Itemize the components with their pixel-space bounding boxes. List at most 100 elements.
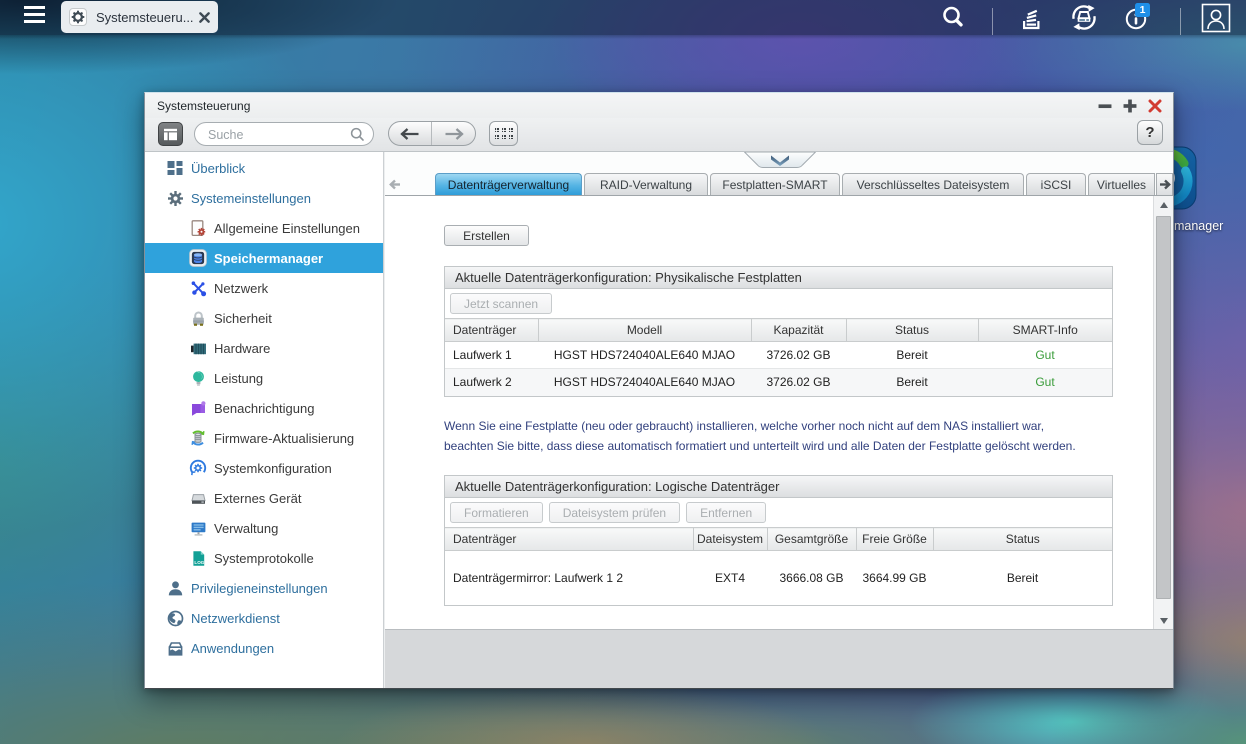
search-box[interactable] (194, 122, 374, 146)
applications-box-icon (166, 639, 184, 657)
table-row-datentraegermirror[interactable]: Datenträgermirror: Laufwerk 1 2 EXT4 366… (445, 551, 1112, 605)
table-row-laufwerk-2[interactable]: Laufwerk 2 HGST HDS724040ALE640 MJAO 372… (445, 368, 1112, 396)
smart-status-good: Gut (978, 368, 1112, 396)
tab-iscsi[interactable]: iSCSI (1026, 173, 1086, 195)
sidebar-nav: Überblick Systemeinstellungen Allgemeine… (145, 152, 384, 688)
app-grid-button[interactable] (489, 121, 518, 146)
topbar-divider (992, 8, 993, 35)
smart-status-good: Gut (978, 341, 1112, 369)
col-datentraeger[interactable]: Datenträger (445, 318, 539, 342)
col-dateisystem[interactable]: Dateisystem (693, 527, 768, 551)
sidebar-item-firmware-aktualisierung[interactable]: Firmware-Aktualisierung (145, 423, 383, 453)
system-config-icon (189, 459, 207, 477)
sidebar-item-anwendungen[interactable]: Anwendungen (145, 633, 383, 663)
app-tab-systemsteuerung[interactable]: Systemsteueru... (61, 1, 218, 33)
scan-now-button[interactable]: Jetzt scannen (450, 293, 553, 314)
physical-panel-title: Aktuelle Datenträgerkonfiguration: Physi… (445, 267, 1112, 289)
search-icon[interactable] (938, 0, 968, 35)
backup-sync-icon[interactable] (1066, 0, 1102, 35)
physical-disks-panel: Aktuelle Datenträgerkonfiguration: Physi… (444, 266, 1113, 397)
sidebar-item-hardware[interactable]: Hardware (145, 333, 383, 363)
sidebar-item-systemeinstellungen[interactable]: Systemeinstellungen (145, 183, 383, 213)
network-icon (189, 279, 207, 297)
note-line-1: Wenn Sie eine Festplatte (neu oder gebra… (444, 419, 1045, 433)
maximize-button[interactable] (1122, 98, 1138, 114)
sidebar-item-leistung[interactable]: Leistung (145, 363, 383, 393)
window-footer (385, 629, 1173, 688)
security-lock-icon (189, 309, 207, 327)
notifications-info-icon[interactable]: 1 (1120, 0, 1154, 35)
col-freie-groesse[interactable]: Freie Größe (856, 527, 934, 551)
sidebar-item-netzwerk[interactable]: Netzwerk (145, 273, 383, 303)
sidebar-item-benachrichtigung[interactable]: Benachrichtigung (145, 393, 383, 423)
search-glass-icon (350, 127, 365, 147)
sidebar-toggle-button[interactable] (158, 122, 183, 146)
sidebar-item-verwaltung[interactable]: Verwaltung (145, 513, 383, 543)
remove-button[interactable]: Entfernen (686, 502, 767, 523)
col-status[interactable]: Status (846, 318, 979, 342)
tab-zone: Datenträgerverwaltung RAID-Verwaltung Fe… (385, 151, 1173, 196)
sidebar-item-systemprotokolle[interactable]: LOG Systemprotokolle (145, 543, 383, 573)
tab-festplatten-smart[interactable]: Festplatten-SMART (710, 173, 840, 195)
table-header-row: Datenträger Dateisystem Gesamtgröße Frei… (445, 527, 1112, 551)
window-toolbar: ? (145, 118, 1173, 152)
sidebar-item-allgemeine-einstellungen[interactable]: Allgemeine Einstellungen (145, 213, 383, 243)
network-service-globe-icon (166, 609, 184, 627)
performance-bulb-icon (189, 369, 207, 387)
scroll-up-button[interactable] (1154, 196, 1173, 213)
col-datentraeger[interactable]: Datenträger (445, 527, 694, 551)
check-filesystem-button[interactable]: Dateisystem prüfen (548, 502, 681, 523)
general-settings-icon (189, 219, 207, 237)
window-titlebar[interactable]: Systemsteuerung (145, 93, 1173, 118)
search-input[interactable] (208, 125, 348, 145)
disk-format-note: Wenn Sie eine Festplatte (neu oder gebra… (444, 417, 1153, 456)
scrollbar-thumb[interactable] (1156, 216, 1171, 599)
external-device-icon (189, 489, 207, 507)
tab-strip: Datenträgerverwaltung RAID-Verwaltung Fe… (385, 173, 1173, 196)
nav-buttons (388, 121, 476, 146)
tab-datentraegerverwaltung[interactable]: Datenträgerverwaltung (435, 173, 582, 195)
sidebar-item-ueberblick[interactable]: Überblick (145, 153, 383, 183)
window-title: Systemsteuerung (157, 99, 251, 113)
firmware-update-icon (189, 429, 207, 447)
create-button[interactable]: Erstellen (444, 225, 529, 246)
content-area: Datenträgerverwaltung RAID-Verwaltung Fe… (385, 151, 1173, 688)
sidebar-item-privilegieneinstellungen[interactable]: Privilegieneinstellungen (145, 573, 383, 603)
vertical-scrollbar[interactable] (1153, 196, 1173, 629)
col-status[interactable]: Status (933, 527, 1112, 551)
tab-scroll-right-button[interactable] (1156, 173, 1173, 195)
sidebar-item-netzwerkdienst[interactable]: Netzwerkdienst (145, 603, 383, 633)
user-account-icon[interactable] (1198, 0, 1234, 35)
scroll-down-button[interactable] (1154, 612, 1173, 629)
col-kapazitaet[interactable]: Kapazität (751, 318, 847, 342)
sidebar-item-systemkonfiguration[interactable]: Systemkonfiguration (145, 453, 383, 483)
sidebar-item-speichermanager[interactable]: Speichermanager (145, 243, 383, 273)
tab-virtuelles[interactable]: Virtuelles (1088, 173, 1155, 195)
tab-verschluesseltes-dateisystem[interactable]: Verschlüsseltes Dateisystem (842, 173, 1024, 195)
system-topbar: Systemsteueru... 1 (0, 0, 1246, 39)
window-main: Überblick Systemeinstellungen Allgemeine… (145, 151, 1173, 688)
tab-panel-datentraegerverwaltung: Erstellen Aktuelle Datenträgerkonfigurat… (385, 196, 1153, 629)
help-button[interactable]: ? (1137, 120, 1163, 145)
table-header-row: Datenträger Modell Kapazität Status SMAR… (445, 318, 1112, 342)
table-row-laufwerk-1[interactable]: Laufwerk 1 HGST HDS724040ALE640 MJAO 372… (445, 341, 1112, 369)
logical-volumes-panel: Aktuelle Datenträgerkonfiguration: Logis… (444, 475, 1113, 606)
close-button[interactable] (1147, 98, 1163, 114)
minimize-button[interactable] (1097, 98, 1113, 114)
forward-button[interactable] (432, 122, 475, 145)
col-gesamtgroesse[interactable]: Gesamtgröße (767, 527, 857, 551)
col-modell[interactable]: Modell (538, 318, 752, 342)
col-smart-info[interactable]: SMART-Info (978, 318, 1112, 342)
app-tab-close-icon[interactable] (199, 11, 210, 23)
format-button[interactable]: Formatieren (450, 502, 543, 523)
tab-overflow-chevron[interactable] (743, 151, 817, 169)
sidebar-item-sicherheit[interactable]: Sicherheit (145, 303, 383, 333)
settings-gear-icon (166, 189, 184, 207)
tab-raid-verwaltung[interactable]: RAID-Verwaltung (584, 173, 708, 195)
sidebar-item-externes-geraet[interactable]: Externes Gerät (145, 483, 383, 513)
back-button[interactable] (389, 122, 432, 145)
task-queue-icon[interactable] (1014, 0, 1048, 35)
main-menu-button[interactable] (24, 6, 45, 26)
notification-badge: 1 (1135, 3, 1150, 17)
svg-text:LOG: LOG (194, 560, 204, 565)
